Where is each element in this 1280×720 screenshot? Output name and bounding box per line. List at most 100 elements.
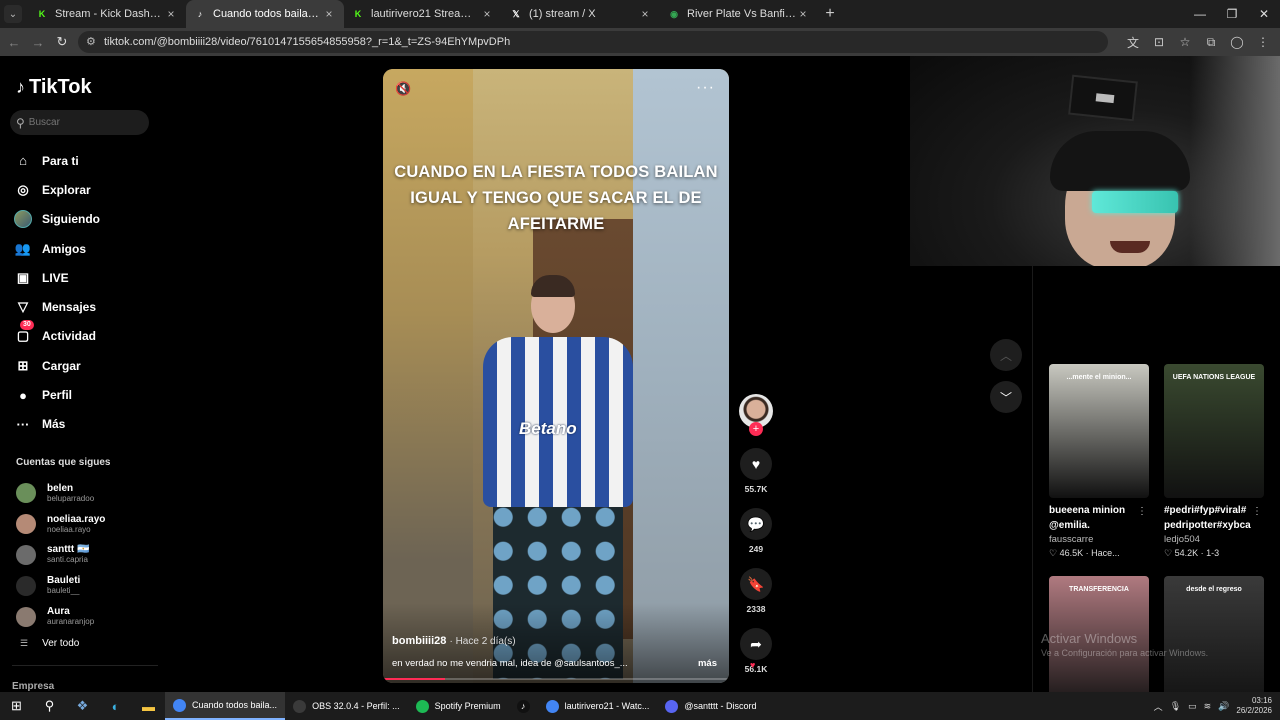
reload-icon[interactable]: ↻ [50, 34, 74, 50]
recommended-meta: ♡ 46.5K · Hace... [1049, 548, 1151, 559]
sidebar-item-más[interactable]: ··· Más [14, 410, 154, 439]
video-more-icon[interactable]: ··· [696, 79, 715, 97]
taskbar-app[interactable]: Cuando todos baila... [165, 692, 286, 720]
like-button[interactable]: ♥ [740, 448, 772, 480]
tray-chevron-icon[interactable]: ︿ [1154, 700, 1163, 713]
minimize-button[interactable]: — [1184, 0, 1216, 28]
site-info-icon[interactable]: ⚙ [86, 35, 96, 48]
next-video-button[interactable]: ﹀ [990, 381, 1022, 413]
recommended-user[interactable]: fausscarre [1049, 534, 1151, 545]
restore-button[interactable]: ❐ [1216, 0, 1248, 28]
search-icon[interactable]: ⚲ [33, 692, 66, 720]
close-tab-icon[interactable]: × [480, 7, 494, 21]
taskbar-app[interactable]: lautirivero21 - Watc... [538, 692, 658, 720]
taskbar-app[interactable]: OBS 32.0.4 - Perfil: ... [285, 692, 408, 720]
close-tab-icon[interactable]: × [164, 7, 178, 21]
follow-plus-icon[interactable]: + [749, 422, 763, 436]
heart-icon: ♥ [751, 456, 761, 472]
following-item[interactable]: Bauleti bauleti__ [16, 570, 156, 601]
sidebar-item-actividad[interactable]: ▢ 30 Actividad [14, 320, 154, 351]
share-button[interactable]: ➦ [740, 628, 772, 660]
browser-menu-icon[interactable]: ⋮ [1254, 35, 1272, 49]
sidebar-item-perfil[interactable]: ● Perfil [14, 380, 154, 409]
search-input[interactable] [28, 117, 129, 128]
file-explorer-icon[interactable]: ▬ [132, 692, 165, 720]
sidebar-item-mensajes[interactable]: ▽ Mensajes [14, 292, 154, 321]
sidebar-item-para-ti[interactable]: ⌂ Para ti [14, 146, 154, 175]
author-name[interactable]: bombiiii28 [392, 635, 446, 647]
video-progress-bar[interactable] [383, 678, 729, 680]
following-item[interactable]: Aura auranaranjop [16, 601, 156, 632]
browser-tab[interactable]: K Stream - Kick Dashboard× [28, 0, 186, 28]
sidebar-item-siguiendo[interactable]: Siguiendo [14, 205, 154, 234]
close-window-button[interactable]: ✕ [1248, 0, 1280, 28]
new-tab-button[interactable]: + [818, 5, 842, 23]
browser-tab[interactable]: Klautirivero21 Stream - Watch Li× [344, 0, 502, 28]
search-box[interactable]: ⚲ [10, 110, 149, 135]
video-player[interactable]: Betano CUANDO EN LA FIESTA TODOS BAILAN … [383, 69, 729, 683]
following-item[interactable]: belen beluparradoo [16, 478, 156, 509]
browser-tab[interactable]: ◉ River Plate Vs Banfield - Result× [660, 0, 818, 28]
following-item[interactable]: santtt 🇦🇷 santi.capria [16, 540, 156, 571]
sidebar-item-explorar[interactable]: ◎ Explorar [14, 175, 154, 204]
sidebar-item-live[interactable]: ▣ LIVE [14, 263, 154, 292]
sidebar-item-label: Cargar [42, 358, 81, 373]
sidebar-item-label: Perfil [42, 388, 73, 403]
sports-icon: ◉ [670, 8, 678, 19]
share-count: 56.1K [744, 664, 768, 674]
recommended-title: bueeena minion @emilia. [1049, 505, 1126, 531]
translate-icon[interactable]: 文 [1124, 34, 1142, 51]
close-tab-icon[interactable]: × [796, 7, 810, 21]
taskbar-app[interactable]: Spotify Premium [408, 692, 509, 720]
windows-start-icon[interactable]: ⊞ [0, 692, 33, 720]
video-thumbnail[interactable]: ...mente el minion... [1049, 364, 1149, 498]
volume-icon[interactable]: 🔊 [1218, 701, 1229, 712]
save-count: 2338 [746, 604, 766, 614]
recommended-video-card[interactable]: UEFA NATIONS LEAGUE #pedri#fyp#viral# ped… [1164, 364, 1266, 559]
card-menu-icon[interactable]: ⋮ [1252, 506, 1262, 517]
video-thumbnail[interactable]: UEFA NATIONS LEAGUE [1164, 364, 1264, 498]
profile-icon[interactable]: ◯ [1228, 35, 1246, 49]
browser-tab[interactable]: ♪ Cuando todos bailan y me afei× [186, 0, 344, 28]
comment-button[interactable]: 💬 [740, 508, 772, 540]
url-field[interactable]: ⚙ tiktok.com/@bombiiii28/video/761014715… [78, 31, 1108, 53]
mic-icon[interactable]: 🎙 [1170, 701, 1181, 712]
kick-icon: K [38, 9, 46, 19]
video-author[interactable]: bombiiii28 · Hace 2 día(s) [392, 635, 516, 647]
recommended-video-card[interactable]: ...mente el minion... bueeena minion @emi… [1049, 364, 1151, 559]
back-icon[interactable]: ← [2, 35, 26, 50]
network-icon[interactable]: ▭ [1188, 701, 1197, 712]
close-tab-icon[interactable]: × [322, 7, 336, 21]
tab-title: Stream - Kick Dashboard [55, 8, 164, 20]
sound-heart-icon[interactable]: ♥ [750, 660, 755, 670]
recommended-user[interactable]: ledjo504 [1164, 534, 1266, 545]
card-menu-icon[interactable]: ⋮ [1137, 506, 1147, 517]
following-item[interactable]: noeliaa.rayo noeliaa.rayo [16, 509, 156, 540]
creator-avatar[interactable]: + [739, 394, 773, 436]
taskbar-app[interactable]: @santttt - Discord [657, 692, 764, 720]
close-tab-icon[interactable]: × [638, 7, 652, 21]
forward-icon[interactable]: → [26, 35, 50, 50]
more-description-button[interactable]: más [698, 658, 717, 669]
edge-icon[interactable]: ◐ [99, 692, 132, 720]
copilot-icon[interactable]: ❖ [66, 692, 99, 720]
footer-link-empresa[interactable]: Empresa [12, 681, 54, 692]
tab-search-button[interactable]: ⌄ [4, 5, 22, 23]
url-text: tiktok.com/@bombiiii28/video/76101471556… [104, 36, 511, 48]
see-all-link[interactable]: ☰ Ver todo [20, 638, 79, 649]
taskbar-app[interactable]: ♪ [509, 692, 538, 720]
previous-video-button[interactable]: ︿ [990, 339, 1022, 371]
tiktok-logo[interactable]: ♪ TikTok [16, 76, 92, 99]
heart-outline-icon: ♡ [1049, 548, 1060, 558]
sidebar-item-cargar[interactable]: ⊞ Cargar [14, 351, 154, 380]
extensions-icon[interactable]: ⧉ [1202, 35, 1220, 50]
sidebar-item-amigos[interactable]: 👥 Amigos [14, 234, 154, 263]
clock[interactable]: 03:16 26/2/2026 [1236, 696, 1272, 716]
browser-tab[interactable]: 𝕏 (1) stream / X × [502, 0, 660, 28]
video-progress-fill [383, 678, 446, 680]
save-button[interactable]: 🔖 [740, 568, 772, 600]
bookmark-star-icon[interactable]: ☆ [1176, 35, 1194, 49]
mute-icon[interactable]: 🔇 [395, 81, 411, 97]
install-app-icon[interactable]: ⊡ [1150, 35, 1168, 49]
wifi-icon[interactable]: ≋ [1204, 701, 1212, 712]
